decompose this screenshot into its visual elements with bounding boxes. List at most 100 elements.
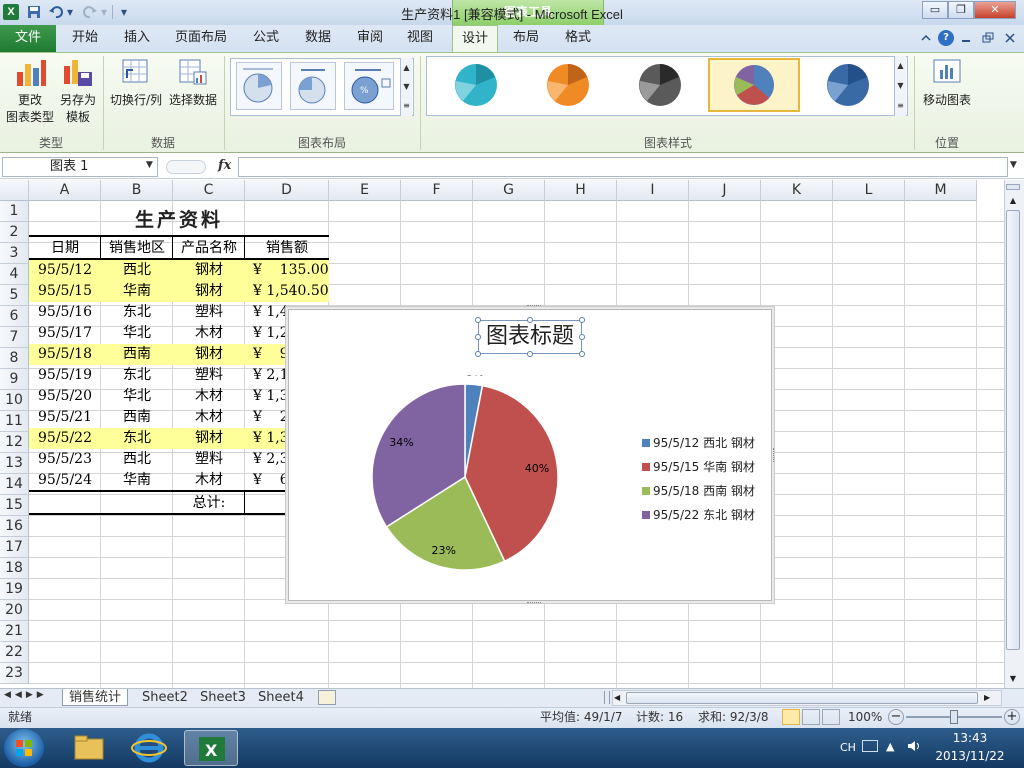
column-header[interactable]: C [173,180,245,201]
title-handle[interactable] [475,334,481,340]
move-chart-button[interactable]: 移动图表 [920,58,974,112]
undo-dropdown-icon[interactable]: ▾ [66,4,74,20]
zoom-slider-thumb[interactable] [950,710,958,724]
pie-data-label[interactable]: 40% [525,462,549,475]
taskbar-explorer[interactable] [62,730,116,766]
row-header[interactable]: 21 [0,621,29,642]
cell-region[interactable]: 东北 [101,428,173,449]
close-button[interactable]: ✕ [974,1,1016,19]
pie-data-label[interactable]: 3% [466,375,483,378]
cell-product[interactable]: 木材 [173,323,245,344]
tab-page-layout[interactable]: 页面布局 [168,25,234,52]
name-box[interactable]: 图表 1 [2,157,158,177]
split-box[interactable] [1006,184,1020,190]
style-option-1[interactable] [432,58,520,112]
horizontal-scroll-thumb[interactable] [626,692,978,704]
taskbar-excel[interactable]: X [184,730,238,766]
volume-icon[interactable] [906,739,922,753]
legend-entry[interactable]: 95/5/15 华南 钢材 [653,460,755,474]
redo-dropdown-icon[interactable]: ▾ [100,4,108,20]
cell-product[interactable]: 木材 [173,386,245,407]
minimize-ribbon-icon[interactable] [918,30,934,46]
tab-view[interactable]: 视图 [398,25,442,52]
tab-data[interactable]: 数据 [296,25,340,52]
tab-insert[interactable]: 插入 [114,25,160,52]
column-header[interactable]: G [473,180,545,201]
column-header[interactable]: D [245,180,329,201]
row-header[interactable]: 15 [0,495,29,516]
layout-option-2[interactable] [290,62,336,110]
tab-split-handle[interactable] [604,691,610,704]
help-icon[interactable]: ? [938,30,954,46]
column-header[interactable]: L [833,180,905,201]
scroll-up-arrow[interactable]: ▲ [1006,194,1020,208]
doc-restore-icon[interactable] [980,30,996,46]
cell-product[interactable]: 钢材 [173,260,245,281]
cell-region[interactable]: 华南 [101,470,173,491]
expand-formula-bar-icon[interactable]: ▼ [1010,160,1017,170]
minimize-button[interactable]: ▭ [922,1,948,19]
legend-swatch[interactable] [642,439,650,447]
sheet-tab-3[interactable]: Sheet3 [194,689,252,706]
row-header[interactable]: 6 [0,306,29,327]
row-header[interactable]: 18 [0,558,29,579]
legend-swatch[interactable] [642,487,650,495]
row-header[interactable]: 4 [0,264,29,285]
cell-product[interactable]: 钢材 [173,428,245,449]
cell-product[interactable]: 木材 [173,470,245,491]
layout-option-3[interactable]: % [344,62,394,110]
style-option-5[interactable] [804,58,892,112]
name-box-dropdown-icon[interactable]: ▼ [146,160,153,170]
page-break-view-icon[interactable] [822,709,840,725]
cell-region[interactable]: 西南 [101,344,173,365]
column-header[interactable]: J [689,180,761,201]
page-layout-view-icon[interactable] [802,709,820,725]
pie-data-label[interactable]: 23% [431,544,455,557]
row-header[interactable]: 20 [0,600,29,621]
layout-gallery-scroll[interactable]: ▲ ▼ ≡ [400,58,412,116]
legend-swatch[interactable] [642,463,650,471]
row-header[interactable]: 3 [0,243,29,264]
legend-entry[interactable]: 95/5/22 东北 钢材 [653,508,755,522]
title-handle[interactable] [475,317,481,323]
layout-option-1[interactable] [236,62,282,110]
zoom-level[interactable]: 100% [848,709,882,726]
title-handle[interactable] [475,351,481,357]
column-header[interactable]: A [29,180,101,201]
select-all-corner[interactable] [0,180,29,201]
row-header[interactable]: 12 [0,432,29,453]
tab-review[interactable]: 审阅 [348,25,392,52]
cell-date[interactable]: 95/5/16 [29,302,101,323]
column-header[interactable]: M [905,180,977,201]
cell-date[interactable]: 95/5/23 [29,449,101,470]
tab-format[interactable]: 格式 [556,25,600,52]
cell-date[interactable]: 95/5/15 [29,281,101,302]
normal-view-icon[interactable] [782,709,800,725]
style-option-4-selected[interactable] [708,58,800,112]
chart-resize-handle-right[interactable] [773,448,776,462]
undo-icon[interactable] [48,4,64,20]
redo-icon[interactable] [82,4,98,20]
tab-formulas[interactable]: 公式 [244,25,288,52]
insert-sheet-icon[interactable] [318,690,336,705]
cell-date[interactable]: 95/5/24 [29,470,101,491]
row-header[interactable]: 7 [0,327,29,348]
chart-title[interactable]: 图表标题 [478,320,582,354]
cell-date[interactable]: 95/5/22 [29,428,101,449]
scroll-down-arrow[interactable]: ▼ [1006,672,1020,686]
tab-layout[interactable]: 布局 [504,25,548,52]
row-header[interactable]: 13 [0,453,29,474]
column-header[interactable]: H [545,180,617,201]
style-option-2[interactable] [524,58,612,112]
chart-resize-handle-bottom[interactable] [527,602,541,605]
legend-entry[interactable]: 95/5/12 西北 钢材 [653,436,755,450]
column-header[interactable]: K [761,180,833,201]
style-gallery-scroll[interactable]: ▲ ▼ ≡ [894,56,906,116]
start-button[interactable] [4,729,44,767]
vertical-scroll-thumb[interactable] [1006,210,1020,650]
row-header[interactable]: 16 [0,516,29,537]
keyboard-icon[interactable] [862,740,878,752]
row-header[interactable]: 5 [0,285,29,306]
cell-product[interactable]: 钢材 [173,344,245,365]
formula-input[interactable] [238,157,1008,177]
